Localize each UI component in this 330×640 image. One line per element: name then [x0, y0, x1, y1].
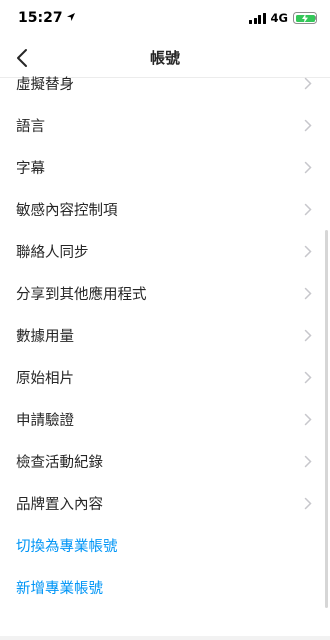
location-arrow-icon — [66, 10, 76, 26]
list-item-label: 數據用量 — [16, 328, 74, 345]
list-item-label: 語言 — [16, 118, 45, 135]
list-item-label: 品牌置入內容 — [16, 496, 103, 513]
list-item-branded-content[interactable]: 品牌置入內容 — [0, 482, 330, 524]
battery-icon — [293, 12, 317, 24]
chevron-right-icon — [304, 329, 312, 342]
list-item-label: 虛擬替身 — [16, 76, 74, 93]
list-item-review-activity[interactable]: 檢查活動紀錄 — [0, 440, 330, 482]
list-item-label: 敏感內容控制項 — [16, 202, 118, 219]
add-professional-account-link[interactable]: 新增專業帳號 — [0, 566, 330, 608]
chevron-right-icon — [304, 497, 312, 510]
chevron-right-icon — [304, 371, 312, 384]
list-item-label: 聯絡人同步 — [16, 244, 89, 261]
chevron-right-icon — [304, 161, 312, 174]
status-time-text: 15:27 — [18, 10, 63, 26]
chevron-right-icon — [304, 287, 312, 300]
list-item-avatar[interactable]: 虛擬替身 — [0, 62, 330, 104]
list-item-original-photos[interactable]: 原始相片 — [0, 356, 330, 398]
list-item-label: 分享到其他應用程式 — [16, 286, 147, 303]
list-item-captions[interactable]: 字幕 — [0, 146, 330, 188]
cellular-signal-icon — [249, 12, 266, 24]
list-item-label: 原始相片 — [16, 370, 74, 387]
scrollbar[interactable] — [325, 230, 328, 608]
list-item-share-to-apps[interactable]: 分享到其他應用程式 — [0, 272, 330, 314]
list-item-label: 檢查活動紀錄 — [16, 454, 103, 471]
chevron-right-icon — [304, 413, 312, 426]
list-item-language[interactable]: 語言 — [0, 104, 330, 146]
list-item-request-verification[interactable]: 申請驗證 — [0, 398, 330, 440]
switch-to-professional-link[interactable]: 切換為專業帳號 — [0, 524, 330, 566]
network-type: 4G — [270, 11, 288, 25]
settings-list: 虛擬替身 語言 字幕 敏感內容控制項 聯絡人同步 分享到其他應用程式 數據用量 … — [0, 62, 330, 608]
chevron-right-icon — [304, 245, 312, 258]
list-item-label: 申請驗證 — [16, 412, 74, 429]
chevron-right-icon — [304, 203, 312, 216]
chevron-right-icon — [304, 77, 312, 90]
list-item-data-usage[interactable]: 數據用量 — [0, 314, 330, 356]
bottom-divider — [0, 636, 330, 640]
status-bar: 15:27 4G — [0, 0, 330, 38]
list-item-sensitive-content[interactable]: 敏感內容控制項 — [0, 188, 330, 230]
status-indicators: 4G — [249, 11, 317, 25]
list-item-label: 字幕 — [16, 160, 45, 177]
status-time: 15:27 — [18, 10, 76, 26]
chevron-right-icon — [304, 455, 312, 468]
list-item-contacts-sync[interactable]: 聯絡人同步 — [0, 230, 330, 272]
chevron-right-icon — [304, 119, 312, 132]
